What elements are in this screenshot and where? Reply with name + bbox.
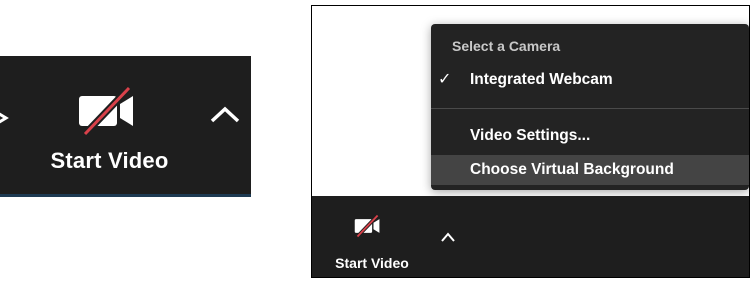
video-off-icon[interactable]	[352, 214, 384, 238]
start-video-button-label[interactable]: Start Video	[0, 148, 219, 174]
menu-item-choose-virtual-background[interactable]: Choose Virtual Background	[431, 155, 749, 185]
video-off-icon[interactable]	[73, 86, 143, 136]
meeting-toolbar: Start Video	[312, 196, 749, 277]
menu-header: Select a Camera	[452, 38, 561, 54]
menu-item-integrated-webcam[interactable]: ✓ Integrated Webcam	[431, 65, 749, 95]
menu-item-video-settings[interactable]: Video Settings...	[431, 121, 749, 151]
menu-item-label: Video Settings...	[470, 127, 591, 144]
meeting-window-screenshot: Select a Camera ✓ Integrated Webcam Vide…	[311, 5, 750, 278]
chevron-up-icon[interactable]	[440, 231, 456, 243]
toolbar-bottom-edge	[0, 194, 251, 197]
menu-item-label: Integrated Webcam	[470, 71, 613, 88]
checkmark-icon: ✓	[438, 71, 452, 88]
chevron-up-icon[interactable]	[208, 104, 242, 126]
partial-caret-icon	[0, 112, 9, 124]
menu-divider	[431, 108, 749, 109]
start-video-button-label[interactable]: Start Video	[322, 255, 422, 271]
camera-menu: Select a Camera ✓ Integrated Webcam Vide…	[431, 24, 749, 190]
zoomed-toolbar-crop: Start Video	[0, 56, 251, 197]
menu-item-label: Choose Virtual Background	[470, 161, 674, 178]
